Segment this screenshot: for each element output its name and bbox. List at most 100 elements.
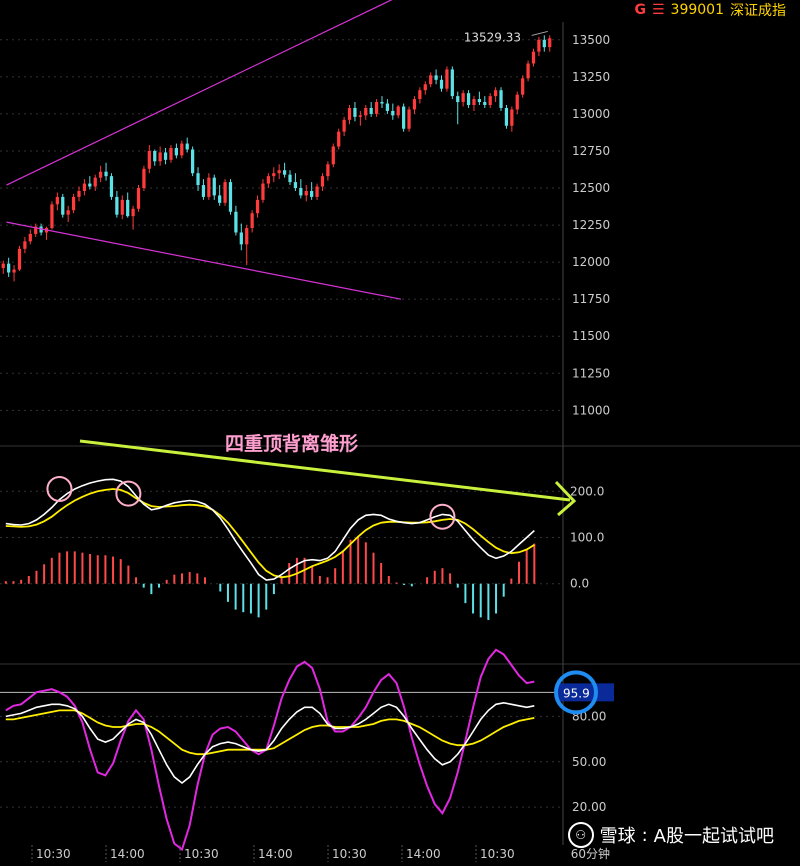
- macd-dea-line: [5, 488, 535, 579]
- macd-tick-label: 0.0: [570, 577, 589, 591]
- candle-body: [380, 102, 384, 104]
- candle-body: [510, 109, 514, 126]
- candle-body: [342, 119, 346, 132]
- candle-body: [402, 106, 406, 129]
- g-label[interactable]: G: [634, 2, 646, 18]
- candle-body: [17, 248, 22, 270]
- candle-body: [55, 196, 59, 205]
- candle-body: [169, 147, 173, 160]
- candle-body: [374, 102, 379, 114]
- index-code: 399001: [670, 2, 724, 18]
- chart-stage: 13500 13250 13000 12750 12500 12250 12000 11750…: [0, 0, 800, 862]
- candle-body: [304, 190, 308, 196]
- candle-body: [282, 170, 287, 175]
- candle-body: [526, 63, 530, 79]
- time-tick-label: 10:30: [184, 847, 219, 861]
- candle-body: [1, 263, 5, 269]
- macd-dif-line: [5, 478, 535, 581]
- candle-body: [212, 177, 216, 196]
- candle-body: [429, 75, 433, 85]
- candle-body: [477, 99, 482, 103]
- price-tick-label: 12250: [572, 218, 610, 232]
- kdj-tick-label: 50.00: [572, 755, 606, 769]
- candle-body: [385, 103, 390, 111]
- time-tick-label: 14:00: [406, 847, 441, 861]
- candle-body: [93, 177, 97, 187]
- candle-body: [277, 170, 281, 174]
- candle-body: [99, 171, 103, 178]
- candle-body: [466, 93, 471, 106]
- candle-body: [515, 94, 519, 110]
- snowball-logo-icon: ⚇: [567, 822, 594, 848]
- candle-body: [542, 39, 546, 48]
- candle-body: [456, 96, 460, 103]
- watermark-brand: 雪球: [599, 826, 636, 847]
- candle-body: [158, 152, 162, 162]
- watermark: ⚇ 雪球 : A股一起试试吧: [567, 822, 774, 848]
- candle-body: [131, 208, 135, 217]
- candle-body: [71, 196, 76, 211]
- candle-body: [109, 176, 114, 197]
- macd-tick-label: 200.0: [570, 484, 604, 498]
- candle-body: [185, 143, 189, 150]
- candle-body: [450, 69, 454, 97]
- candle-body: [396, 106, 400, 116]
- candle-body: [288, 174, 292, 183]
- kdj-tick-label: 20.00: [572, 800, 606, 814]
- price-tick-label: 13500: [572, 33, 610, 47]
- candle-body: [190, 149, 195, 174]
- price-tick-label: 12500: [572, 181, 610, 195]
- menu-icon[interactable]: ☰: [652, 2, 665, 18]
- candle-body: [537, 39, 541, 52]
- candle-body: [293, 182, 298, 189]
- header-bar: G ☰ 399001 深证成指: [634, 0, 800, 20]
- candle-body: [147, 150, 151, 169]
- candle-body: [423, 84, 427, 91]
- candle-body: [364, 107, 368, 116]
- candle-body: [174, 147, 179, 156]
- candle-body: [255, 199, 260, 214]
- candle-body: [483, 102, 487, 106]
- candle-body: [223, 182, 227, 203]
- candle-body: [445, 69, 449, 89]
- candle-body: [358, 115, 362, 117]
- candle-body: [136, 188, 141, 209]
- candle-body: [23, 241, 27, 249]
- index-name: 深证成指: [730, 3, 786, 19]
- price-tick-label: 12000: [572, 255, 610, 269]
- candle-body: [201, 185, 206, 197]
- candle-body: [272, 173, 276, 177]
- candle-body: [153, 150, 157, 162]
- candle-body: [412, 99, 417, 110]
- price-tick-label: 11750: [572, 292, 610, 306]
- watermark-user: A股一起试试吧: [653, 826, 774, 847]
- candle-body: [61, 196, 65, 215]
- candle-body: [50, 204, 54, 229]
- candle-body: [299, 188, 303, 196]
- candle-body: [28, 233, 32, 242]
- candle-body: [320, 176, 325, 187]
- price-trendline: [6, 221, 402, 300]
- candle-body: [142, 168, 146, 189]
- candle-body: [207, 177, 211, 197]
- time-tick-label: 10:30: [332, 847, 367, 861]
- candle-body: [504, 107, 509, 126]
- price-tick-label: 12750: [572, 144, 610, 158]
- price-tick-label: 11500: [572, 329, 610, 343]
- time-tick-label: 10:30: [480, 847, 515, 861]
- macd-tick-label: 100.0: [570, 531, 604, 545]
- candle-body: [439, 79, 444, 89]
- candle-body: [82, 183, 87, 191]
- candle-body: [12, 269, 16, 273]
- candle-body: [331, 146, 335, 165]
- candle-body: [310, 190, 314, 197]
- candle-body: [163, 152, 168, 160]
- kdj-current-value: 95.9: [563, 686, 590, 700]
- candle-body: [7, 263, 11, 273]
- candle-body: [120, 199, 124, 215]
- price-tick-label: 13250: [572, 70, 610, 84]
- price-tick-label: 11000: [572, 403, 610, 417]
- candle-body: [250, 213, 254, 229]
- candle-body: [196, 173, 200, 186]
- candle-body: [239, 232, 243, 245]
